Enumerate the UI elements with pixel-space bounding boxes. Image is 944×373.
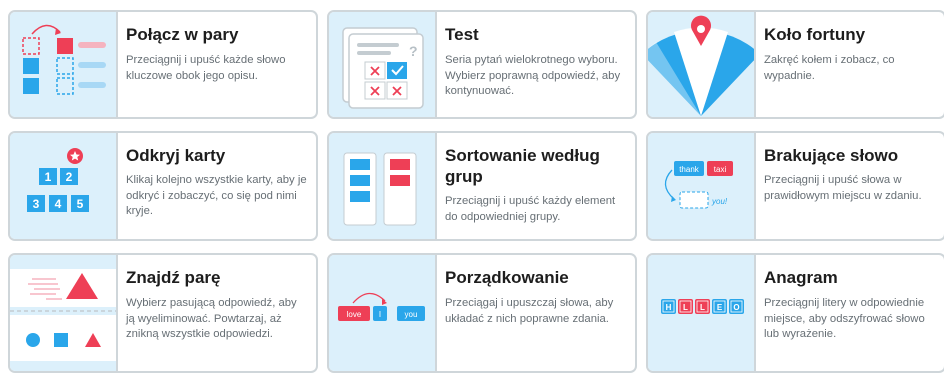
template-description: Przeciągnij i upuść każde słowo kluczowe…: [126, 54, 286, 82]
template-title: Test: [445, 25, 479, 44]
svg-text:L: L: [700, 303, 705, 312]
template-card-find-match[interactable]: Znajdź parę Wybierz pasującą odpowiedź, …: [8, 253, 318, 373]
svg-text:love: love: [347, 310, 362, 319]
svg-text:thank: thank: [679, 165, 700, 174]
anagram-icon: H L L E O: [648, 255, 756, 371]
match-up-icon: [10, 12, 118, 117]
template-title: Odkryj karty: [126, 146, 226, 165]
template-description: Klikaj kolejno wszystkie karty, aby je o…: [126, 174, 307, 217]
svg-text:I: I: [379, 310, 381, 319]
template-title: Koło fortuny: [764, 25, 866, 44]
template-title: Znajdź parę: [126, 268, 221, 287]
svg-text:H: H: [666, 303, 672, 312]
template-description: Przeciągnij i upuść każdy element do odp…: [445, 195, 616, 223]
svg-text:L: L: [683, 303, 688, 312]
svg-text:?: ?: [409, 43, 418, 59]
template-card-missing-word[interactable]: thank taxi you! Brakujące słowo Przeciąg…: [646, 131, 944, 241]
group-sort-icon: [329, 133, 437, 239]
svg-text:E: E: [717, 303, 723, 312]
template-description: Przeciągaj i upuszczaj słowa, aby układa…: [445, 297, 614, 325]
template-card-quiz[interactable]: ? Test Seria pytań wielokrotnego wyboru.…: [327, 10, 637, 119]
template-description: Seria pytań wielokrotnego wyboru. Wybier…: [445, 54, 621, 97]
svg-text:you!: you!: [711, 197, 728, 206]
unjumble-icon: love I you: [329, 255, 437, 371]
wheel-icon: [648, 12, 756, 117]
svg-text:5: 5: [77, 197, 84, 211]
template-description: Zakręć kołem i zobacz, co wypadnie.: [764, 54, 895, 82]
find-match-icon: [10, 255, 118, 371]
template-description: Przeciągnij litery w odpowiednie miejsce…: [764, 297, 925, 340]
quiz-icon: ?: [329, 12, 437, 117]
svg-text:2: 2: [66, 170, 73, 184]
template-card-wheel[interactable]: Koło fortuny Zakręć kołem i zobacz, co w…: [646, 10, 944, 119]
template-title: Brakujące słowo: [764, 146, 899, 165]
svg-text:1: 1: [45, 170, 52, 184]
template-card-unjumble[interactable]: love I you Porządkowanie Przeciągaj i up…: [327, 253, 637, 373]
open-box-icon: 1 2 3 4 5: [10, 133, 118, 239]
template-title: Porządkowanie: [445, 268, 569, 287]
template-card-group-sort[interactable]: Sortowanie według grup Przeciągnij i upu…: [327, 131, 637, 241]
template-card-anagram[interactable]: H L L E O Anagram Przeciągnij litery w o…: [646, 253, 944, 373]
template-description: Przeciągnij i upuść słowa w prawidłowym …: [764, 174, 922, 202]
template-card-open-box[interactable]: 1 2 3 4 5 Odkryj karty Klikaj kolejno ws…: [8, 131, 318, 241]
template-description: Wybierz pasującą odpowiedź, aby ją wyeli…: [126, 297, 297, 340]
template-title: Sortowanie według grup: [445, 146, 600, 186]
template-card-match-up[interactable]: Połącz w pary Przeciągnij i upuść każde …: [8, 10, 318, 119]
svg-text:taxi: taxi: [714, 165, 727, 174]
template-title: Połącz w pary: [126, 25, 239, 44]
missing-word-icon: thank taxi you!: [648, 133, 756, 239]
svg-text:you: you: [405, 310, 418, 319]
svg-text:O: O: [733, 303, 739, 312]
template-title: Anagram: [764, 268, 838, 287]
svg-text:3: 3: [33, 197, 40, 211]
svg-text:4: 4: [55, 197, 62, 211]
